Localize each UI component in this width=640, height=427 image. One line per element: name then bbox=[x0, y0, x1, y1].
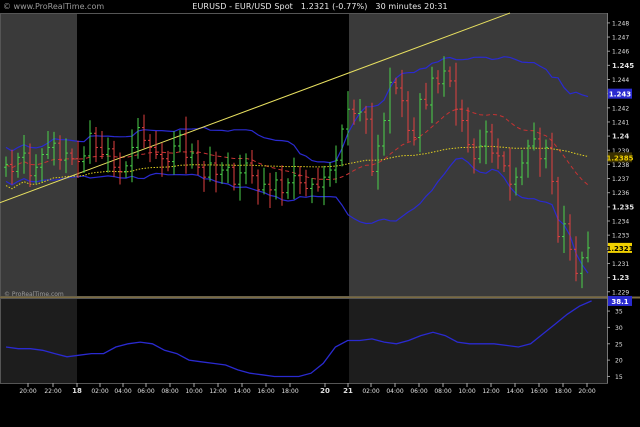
ohlc-bar bbox=[322, 165, 326, 206]
sub-shade-right bbox=[349, 298, 607, 383]
ytick-label: 1.237 bbox=[612, 176, 629, 183]
ytick-label: 1.229 bbox=[612, 289, 629, 296]
xtick-label: 21 bbox=[343, 387, 353, 395]
ohlc-bar bbox=[238, 154, 242, 201]
xtick-label: 22:00 bbox=[44, 388, 61, 395]
ohlc-bar bbox=[310, 177, 314, 204]
ytick-label: 1.233 bbox=[612, 233, 629, 240]
ytick-label: 1.246 bbox=[612, 49, 629, 56]
sub-ytick-label: 15 bbox=[615, 374, 623, 381]
ohlc-bar bbox=[268, 172, 272, 208]
ytick-label: 1.241 bbox=[612, 119, 629, 126]
trend-tag: 1.243 bbox=[608, 88, 632, 99]
sub-ytick-label: 35 bbox=[615, 309, 623, 316]
last-price-tag-label: 1.2321 bbox=[606, 245, 633, 253]
xtick-label: 10:00 bbox=[458, 388, 475, 395]
ytick-label: 1.245 bbox=[612, 62, 634, 70]
xtick-label: 12:00 bbox=[209, 388, 226, 395]
xtick-label: 18 bbox=[72, 387, 82, 395]
xtick-label: 12:00 bbox=[482, 388, 499, 395]
ma-tag: 1.2385 bbox=[606, 152, 634, 163]
ytick-label: 1.238 bbox=[612, 162, 629, 169]
ohlc-bar bbox=[262, 167, 266, 195]
ohlc-bar bbox=[196, 140, 200, 176]
ohlc-bar bbox=[328, 162, 332, 187]
ohlc-bar bbox=[250, 149, 254, 184]
ohlc-bar bbox=[142, 114, 146, 149]
xtick-label: 18:00 bbox=[554, 388, 571, 395]
time-axis: 20:00 22:00 18 02:00 04:00 06:00 08:00 10:00 12:… bbox=[19, 383, 596, 395]
ma-tag-label: 1.2385 bbox=[606, 154, 633, 162]
ohlc-bar bbox=[178, 130, 182, 153]
xtick-label: 06:00 bbox=[137, 388, 154, 395]
ohlc-bar bbox=[106, 137, 110, 173]
xtick-label: 08:00 bbox=[434, 388, 451, 395]
ohlc-bar bbox=[166, 150, 170, 172]
price-chart[interactable]: 1.2481.2471.2461.2451.2441.2431.2421.241… bbox=[0, 0, 640, 427]
xtick-label: 14:00 bbox=[506, 388, 523, 395]
ohlc-bar bbox=[256, 169, 260, 205]
ohlc-bar bbox=[100, 131, 104, 160]
ohlc-bar bbox=[274, 172, 278, 200]
last-price-tag: 1.2321 bbox=[606, 242, 634, 253]
ytick-label: 1.24 bbox=[612, 133, 629, 141]
xtick-label: 02:00 bbox=[91, 388, 108, 395]
ohlc-bar bbox=[136, 117, 140, 159]
xtick-label: 02:00 bbox=[362, 388, 379, 395]
xtick-label: 18:00 bbox=[281, 388, 298, 395]
session-shading bbox=[0, 13, 607, 383]
ohlc-bar bbox=[334, 145, 338, 184]
ytick-label: 1.248 bbox=[612, 20, 629, 27]
ohlc-bar bbox=[304, 169, 308, 197]
xtick-label: 06:00 bbox=[410, 388, 427, 395]
ohlc-bar bbox=[292, 157, 296, 200]
ohlc-bar bbox=[82, 146, 86, 173]
ohlc-bar bbox=[124, 161, 128, 178]
trend-tag-label: 1.243 bbox=[609, 91, 631, 99]
xtick-label: 04:00 bbox=[386, 388, 403, 395]
ytick-label: 1.236 bbox=[612, 190, 629, 197]
footer-credit: © ProRealTime.com bbox=[4, 291, 64, 298]
ytick-label: 1.242 bbox=[612, 105, 629, 112]
ohlc-bar bbox=[298, 166, 302, 195]
ytick-label: 1.231 bbox=[612, 261, 629, 268]
ohlc-bar bbox=[208, 146, 212, 182]
ohlc-bar bbox=[286, 178, 290, 199]
sub-shade-left bbox=[0, 298, 77, 383]
xtick-label: 16:00 bbox=[257, 388, 274, 395]
ohlc-bar bbox=[148, 134, 152, 163]
ohlc-bar bbox=[202, 161, 206, 192]
xtick-label: 16:00 bbox=[530, 388, 547, 395]
xtick-label: 08:00 bbox=[161, 388, 178, 395]
sub-last-tag: 38.1 bbox=[608, 295, 632, 306]
xtick-label: 04:00 bbox=[114, 388, 131, 395]
sub-last-tag-label: 38.1 bbox=[611, 298, 628, 306]
ytick-label: 1.244 bbox=[612, 77, 629, 84]
xtick-label: 20:00 bbox=[578, 388, 595, 395]
sub-ytick-label: 25 bbox=[615, 341, 623, 348]
ohlc-bar bbox=[214, 151, 218, 193]
ytick-label: 1.23 bbox=[612, 274, 629, 282]
xtick-label: 20:00 bbox=[19, 388, 36, 395]
xtick-label: 14:00 bbox=[233, 388, 250, 395]
xtick-label: 20 bbox=[320, 387, 330, 395]
ytick-label: 1.247 bbox=[612, 35, 629, 42]
ytick-label: 1.235 bbox=[612, 203, 634, 211]
sub-ytick-label: 30 bbox=[615, 325, 623, 332]
ohlc-bar bbox=[160, 143, 164, 177]
sub-ytick-label: 20 bbox=[615, 358, 623, 365]
xtick-label: 10:00 bbox=[185, 388, 202, 395]
price-axis: 1.2481.2471.2461.2451.2441.2431.2421.241… bbox=[607, 20, 634, 381]
ohlc-bar bbox=[244, 153, 248, 185]
ytick-label: 1.234 bbox=[612, 219, 629, 226]
ohlc-bar bbox=[130, 129, 134, 183]
shade-right bbox=[349, 13, 607, 296]
